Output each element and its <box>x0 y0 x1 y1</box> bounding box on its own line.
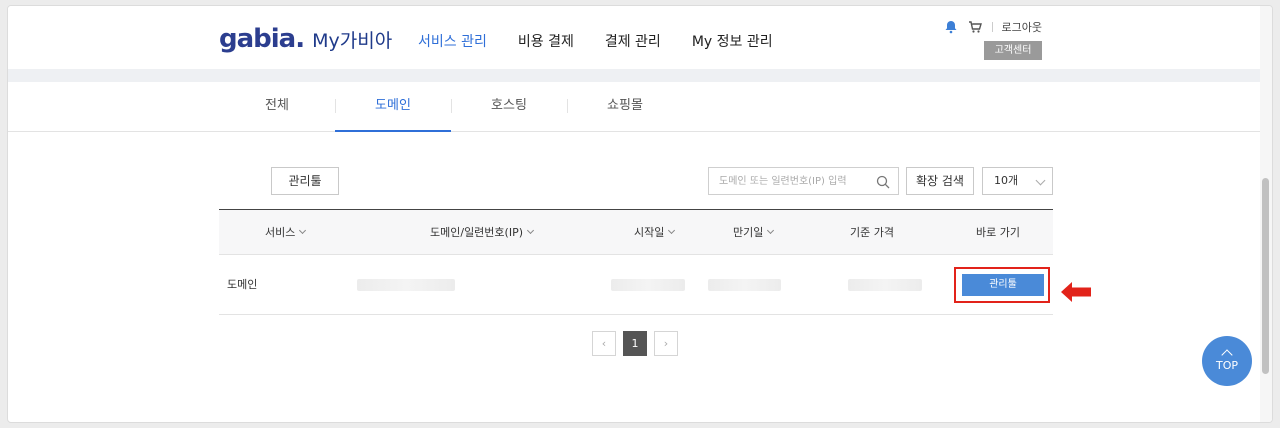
domain-search[interactable] <box>708 167 899 195</box>
pointer-arrow-icon <box>1061 282 1091 302</box>
col-price: 기준 가격 <box>850 226 894 239</box>
col-expiry-date[interactable]: 만기일 <box>733 210 775 255</box>
sort-icon <box>526 226 535 235</box>
scrollbar[interactable] <box>1260 6 1272 422</box>
page-1-button[interactable]: 1 <box>623 331 647 356</box>
customer-center-button[interactable]: 고객센터 <box>984 41 1042 60</box>
nav-payment-management[interactable]: 결제 관리 <box>605 31 661 51</box>
manage-tool-button[interactable]: 관리툴 <box>271 167 339 195</box>
service-cell: 도메인 <box>227 278 258 291</box>
nav-my-info[interactable]: My 정보 관리 <box>692 31 773 51</box>
manage-tool-shortcut-button[interactable]: 관리툴 <box>962 274 1044 296</box>
col-service[interactable]: 서비스 <box>265 210 307 255</box>
advanced-search-button[interactable]: 확장 검색 <box>906 167 974 195</box>
site-header: gabia. My가비아 서비스 관리 비용 결제 결제 관리 My 정보 관리… <box>8 6 1262 69</box>
search-icon[interactable] <box>876 174 890 189</box>
table-header: 서비스 도메인/일련번호(IP) 시작일 만기일 기준 가격 바로 가기 <box>219 209 1053 255</box>
logo[interactable]: gabia. My가비아 <box>219 24 392 54</box>
sort-icon <box>767 226 775 235</box>
redacted-expiry-date <box>708 279 781 291</box>
page-size-select[interactable]: 10개 <box>982 167 1053 195</box>
logout-link[interactable]: 로그아웃 <box>1002 19 1042 35</box>
pagination: ‹ 1 › <box>592 331 678 356</box>
scrollbar-thumb[interactable] <box>1262 178 1269 374</box>
header-band <box>8 69 1262 82</box>
gabia-logo[interactable]: gabia. <box>219 24 305 54</box>
cart-icon[interactable] <box>968 20 982 34</box>
bell-icon[interactable] <box>944 20 958 34</box>
chevron-down-icon <box>1035 175 1046 186</box>
nav-service-management[interactable]: 서비스 관리 <box>418 31 487 51</box>
col-domain[interactable]: 도메인/일련번호(IP) <box>430 210 535 255</box>
sort-icon <box>668 226 676 235</box>
tab-domain[interactable]: 도메인 <box>335 82 451 132</box>
browser-content: gabia. My가비아 서비스 관리 비용 결제 결제 관리 My 정보 관리… <box>7 5 1273 423</box>
nav-cost-payment[interactable]: 비용 결제 <box>518 31 574 51</box>
page-size-value: 10개 <box>994 174 1019 187</box>
col-shortcut: 바로 가기 <box>976 226 1020 239</box>
redacted-start-date <box>611 279 685 291</box>
utility-links: 로그아웃 <box>944 19 1042 35</box>
scroll-top-button[interactable]: TOP <box>1202 336 1252 386</box>
tab-hosting[interactable]: 호스팅 <box>451 82 567 132</box>
tab-all[interactable]: 전체 <box>219 82 335 132</box>
my-gabia-label[interactable]: My가비아 <box>312 26 392 53</box>
next-page-button[interactable]: › <box>654 331 678 356</box>
top-label: TOP <box>1215 359 1238 372</box>
table-row: 도메인 관리툴 <box>219 255 1053 315</box>
divider <box>991 22 993 32</box>
col-start-date[interactable]: 시작일 <box>634 210 676 255</box>
sort-icon <box>299 226 307 235</box>
service-table: 서비스 도메인/일련번호(IP) 시작일 만기일 기준 가격 바로 가기 도메인… <box>219 209 1053 315</box>
search-input[interactable] <box>709 168 869 194</box>
redacted-domain <box>357 279 455 291</box>
service-tabs: 전체 도메인 호스팅 쇼핑몰 <box>8 82 1262 132</box>
prev-page-button[interactable]: ‹ <box>592 331 616 356</box>
main-nav: 서비스 관리 비용 결제 결제 관리 My 정보 관리 <box>418 31 804 51</box>
redacted-price <box>848 279 922 291</box>
tab-shopping-mall[interactable]: 쇼핑몰 <box>567 82 683 132</box>
